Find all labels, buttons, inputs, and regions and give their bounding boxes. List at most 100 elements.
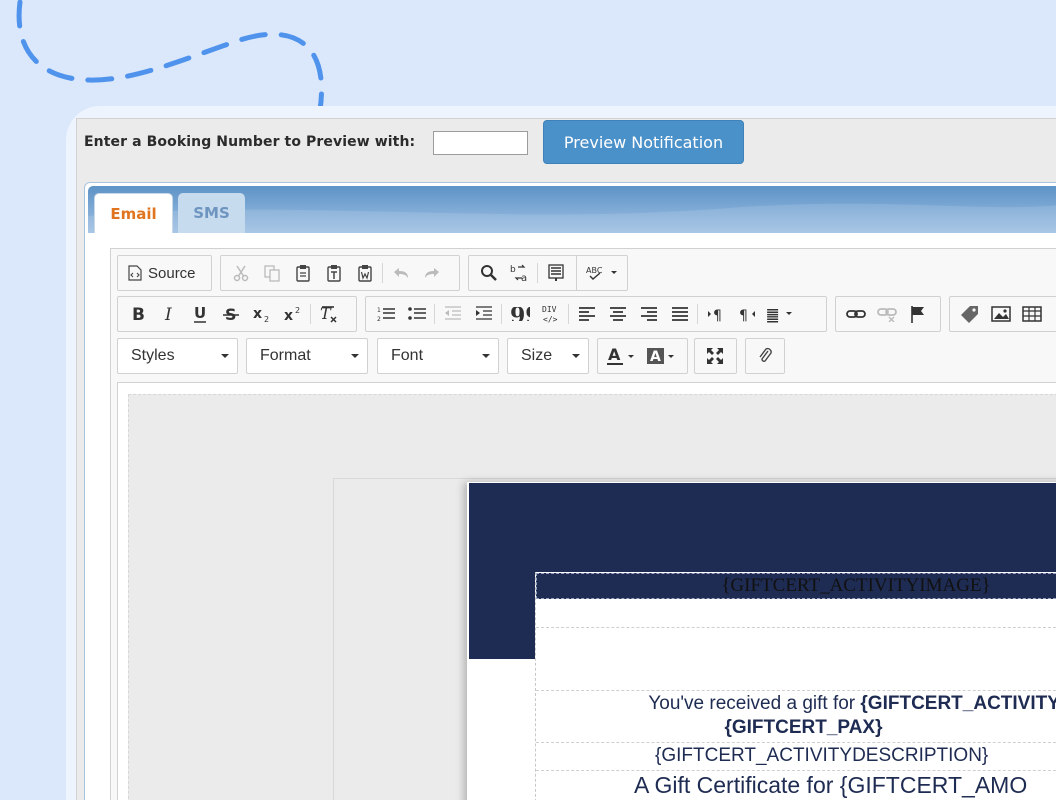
anchor-icon (910, 306, 924, 323)
image-button[interactable] (985, 300, 1016, 328)
indent-icon (475, 306, 492, 320)
unlink-button[interactable] (871, 300, 902, 328)
source-button[interactable]: Source (122, 259, 202, 287)
row-divider (536, 690, 1056, 691)
bulleted-list-icon (407, 307, 426, 320)
justify-button[interactable] (664, 300, 695, 328)
bold-button[interactable]: B (122, 300, 153, 328)
copy-button[interactable] (256, 259, 287, 287)
size-dropdown-label: Size (521, 347, 553, 364)
format-dropdown[interactable]: Format (246, 338, 368, 374)
row-divider (536, 627, 1056, 628)
align-left-button[interactable] (571, 300, 602, 328)
image-icon (990, 306, 1011, 322)
underline-icon: U (193, 305, 206, 323)
paste-word-button[interactable] (349, 259, 380, 287)
attachment-button[interactable] (750, 342, 780, 370)
attachment-icon (759, 347, 772, 362)
svg-text:</>: </> (543, 315, 558, 324)
link-button[interactable] (840, 300, 871, 328)
styles-dropdown[interactable]: Styles (117, 338, 238, 374)
text-color-icon: A (607, 346, 634, 365)
language-button[interactable]: ䷀ (762, 300, 798, 328)
maximize-button[interactable] (699, 342, 730, 370)
gift-received-line[interactable]: You've received a gift for {GIFTCERT_ACT… (536, 693, 1056, 715)
preview-notification-button[interactable]: Preview Notification (543, 120, 744, 164)
booking-number-label: Enter a Booking Number to Preview with: (84, 134, 416, 150)
table-icon (1021, 306, 1042, 322)
chevron-down-icon (572, 354, 580, 358)
text-color-button[interactable]: A (602, 342, 642, 370)
font-dropdown[interactable]: Font (377, 338, 499, 374)
gift-amount-line[interactable]: A Gift Certificate for {GIFTCERT_AMO (634, 772, 1056, 799)
size-dropdown[interactable]: Size (507, 338, 589, 374)
svg-text:1: 1 (377, 307, 381, 314)
replace-button[interactable]: b a (504, 259, 535, 287)
strike-button[interactable]: S (215, 300, 246, 328)
italic-button[interactable]: I (153, 300, 184, 328)
svg-text:2: 2 (377, 316, 381, 322)
toolbar-group-basicstyles: B I U S x2 x2 T (117, 296, 357, 332)
tag-button[interactable] (954, 300, 985, 328)
redo-button[interactable] (416, 259, 447, 287)
find-button[interactable] (473, 259, 504, 287)
activity-image-placeholder[interactable]: {GIFTCERT_ACTIVITYIMAGE} (536, 573, 1056, 599)
booking-number-input[interactable] (433, 131, 528, 155)
anchor-button[interactable] (902, 300, 933, 328)
redo-icon (424, 268, 439, 278)
svg-text:S: S (225, 305, 237, 323)
background-color-button[interactable]: A (642, 342, 682, 370)
svg-text:¶: ¶ (739, 308, 748, 322)
indent-button[interactable] (468, 300, 499, 328)
spellcheck-icon: ABC (586, 266, 617, 280)
replace-icon: b a (510, 264, 527, 283)
svg-text:99: 99 (510, 307, 530, 321)
toolbar-group-document: Source (117, 255, 212, 291)
underline-button[interactable]: U (184, 300, 215, 328)
paste-icon (295, 265, 310, 282)
tab-sms[interactable]: SMS (178, 193, 245, 233)
toolbar-group-clipboard (220, 255, 460, 291)
toolbar-group-spelling: ABC (576, 255, 628, 291)
subscript-button[interactable]: x2 (246, 300, 277, 328)
svg-text:U: U (194, 305, 206, 322)
paste-word-icon (357, 265, 372, 282)
find-icon (480, 265, 497, 281)
gift-description: {GIFTCERT_ACTIVITYDESCRIPTION} (655, 745, 989, 766)
svg-text:䷀: ䷀ (766, 306, 779, 323)
ltr-button[interactable]: ¶ (700, 300, 731, 328)
gift-activity-name: {GIFTCERT_ACTIVITYN (860, 693, 1056, 714)
outdent-button[interactable] (437, 300, 468, 328)
language-icon: ䷀ (766, 306, 792, 323)
chevron-down-icon (351, 354, 359, 358)
svg-text:2: 2 (295, 306, 300, 315)
bulleted-list-button[interactable] (401, 300, 432, 328)
align-center-button[interactable] (602, 300, 633, 328)
paste-button[interactable] (287, 259, 318, 287)
gift-pax-line[interactable]: {GIFTCERT_PAX} (536, 717, 1056, 739)
background-color-icon: A (647, 348, 674, 365)
blockquote-icon: 99 (510, 307, 530, 321)
svg-text:x: x (284, 308, 293, 323)
align-right-button[interactable] (633, 300, 664, 328)
activity-image-text: {GIFTCERT_ACTIVITYIMAGE} (721, 575, 991, 596)
paste-text-button[interactable] (318, 259, 349, 287)
blockquote-button[interactable]: 99 (504, 300, 535, 328)
svg-text:DIV: DIV (542, 305, 557, 314)
toolbar-group-insert (949, 296, 1056, 332)
tab-email[interactable]: Email (94, 193, 173, 233)
div-button[interactable]: DIV </> (535, 300, 566, 328)
rtl-button[interactable]: ¶ (731, 300, 762, 328)
italic-icon: I (164, 305, 172, 323)
gift-description-line[interactable]: {GIFTCERT_ACTIVITYDESCRIPTION} (655, 745, 1056, 767)
select-all-button[interactable] (540, 259, 571, 287)
undo-button[interactable] (385, 259, 416, 287)
spellcheck-button[interactable]: ABC (581, 259, 623, 287)
remove-format-button[interactable]: T (313, 300, 344, 328)
superscript-button[interactable]: x2 (277, 300, 308, 328)
gift-amount: A Gift Certificate for {GIFTCERT_AMO (634, 772, 1028, 798)
maximize-icon (706, 348, 723, 364)
table-button[interactable] (1016, 300, 1047, 328)
cut-button[interactable] (225, 259, 256, 287)
numbered-list-button[interactable]: 12 (370, 300, 401, 328)
